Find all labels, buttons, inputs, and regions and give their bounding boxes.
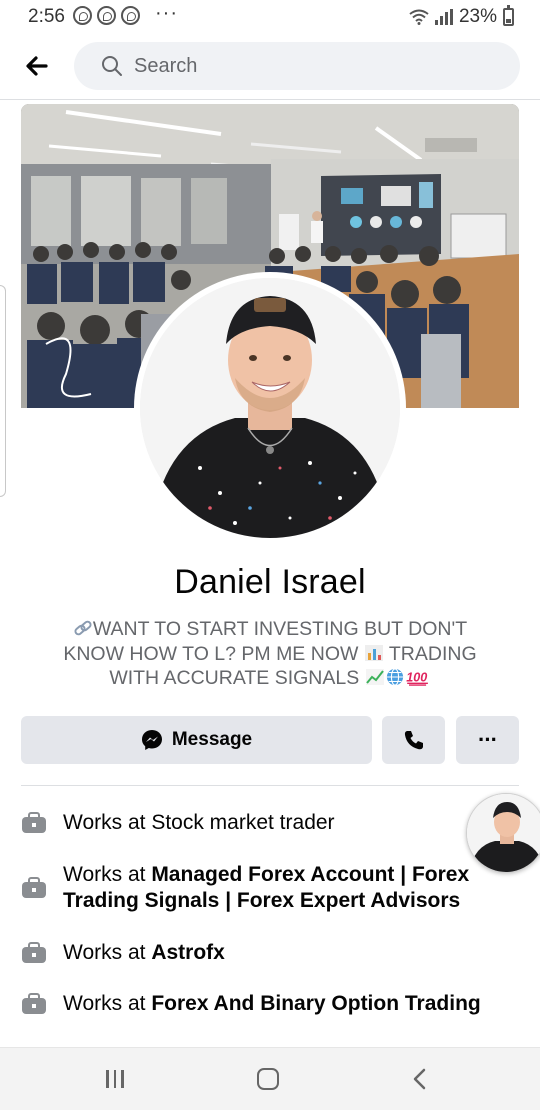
phone-icon	[404, 731, 423, 750]
message-button[interactable]: Message	[21, 716, 372, 764]
edge-panel-handle[interactable]	[0, 285, 6, 497]
profile-photo[interactable]	[134, 272, 406, 544]
hundred-emoji: 100	[406, 671, 428, 686]
briefcase-icon	[22, 993, 46, 1014]
recent-apps-icon[interactable]	[106, 1070, 128, 1088]
viber-icon	[97, 6, 116, 25]
link-emoji	[74, 620, 92, 636]
bio-line-1: WANT TO START INVESTING BUT DON'T	[92, 618, 468, 640]
work-item-text: Works at Managed Forex Account | Forex T…	[63, 863, 470, 912]
briefcase-icon	[22, 812, 46, 833]
search-icon	[102, 56, 122, 76]
workplace-link[interactable]: Forex And Binary Option Trading	[151, 992, 480, 1015]
battery-icon	[503, 5, 514, 26]
profile-bio: WANT TO START INVESTING BUT DON'T KNOW H…	[40, 617, 500, 691]
top-bar	[0, 36, 540, 100]
svg-text:100: 100	[406, 671, 427, 685]
briefcase-icon	[22, 877, 46, 898]
messenger-icon	[141, 730, 162, 750]
globe-emoji	[386, 668, 403, 686]
message-button-label: Message	[171, 729, 253, 750]
work-item-text: Works at Astrofx	[63, 941, 225, 964]
call-button[interactable]	[382, 716, 445, 764]
clock: 2:56	[28, 6, 65, 27]
chart-up-emoji	[365, 669, 384, 685]
bio-line-3: WITH ACCURATE SIGNALS	[109, 667, 360, 689]
chat-head-avatar[interactable]	[466, 793, 540, 873]
system-icons: 23%	[409, 5, 514, 28]
signal-icon	[434, 9, 453, 25]
briefcase-icon	[22, 942, 46, 963]
home-icon[interactable]	[257, 1068, 279, 1090]
bio-line-2-tail: TRADING	[388, 642, 477, 665]
more-options-button[interactable]: ···	[456, 716, 519, 764]
nav-back-icon[interactable]	[408, 1067, 432, 1091]
more-notifications-icon: ···	[155, 2, 178, 24]
notification-icons	[73, 6, 140, 25]
more-icon: ···	[478, 727, 498, 752]
android-nav-bar	[0, 1047, 540, 1110]
work-item-text: Works at Stock market trader	[63, 811, 335, 834]
wifi-icon	[409, 9, 429, 25]
search-bar[interactable]	[74, 42, 520, 90]
bio-line-2: KNOW HOW TO L? PM ME NOW	[63, 642, 359, 665]
back-arrow-icon[interactable]	[20, 48, 56, 84]
workplace-link[interactable]: Astrofx	[151, 941, 225, 964]
bar-chart-emoji	[364, 644, 383, 661]
search-input[interactable]	[134, 54, 434, 78]
status-bar: 2:56 ··· 23%	[0, 0, 540, 36]
viber-icon	[73, 6, 92, 25]
viber-icon	[121, 6, 140, 25]
battery-percent: 23%	[458, 6, 497, 27]
divider	[21, 785, 519, 786]
profile-name: Daniel Israel	[174, 563, 366, 601]
work-item-text: Works at Forex And Binary Option Trading	[63, 992, 481, 1015]
